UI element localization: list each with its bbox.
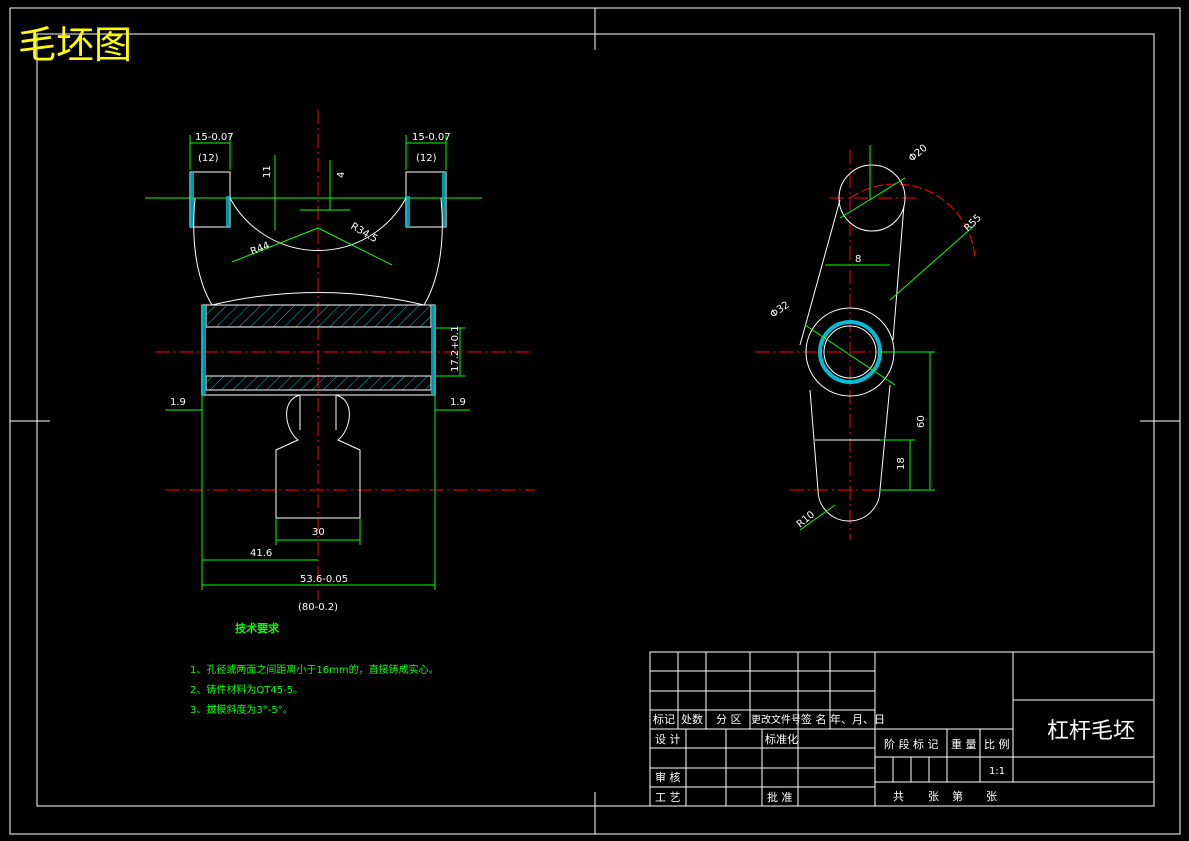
dim-phi32: Φ32 (768, 300, 791, 321)
tb-header-2: 分 区 (716, 713, 742, 726)
dim-r55: R55 (962, 212, 984, 234)
tb-ratio: 比 例 (984, 737, 1010, 751)
dim-r10: R10 (795, 509, 817, 530)
centering-marks (10, 8, 1180, 834)
dim-top-right-width: 15-0.07 (412, 132, 451, 143)
tb-review: 审 核 (655, 770, 681, 784)
dim-top-left-width: 15-0.07 (195, 132, 234, 143)
notes-heading: 技术要求 (235, 621, 280, 635)
tb-header-4: 签 名 (801, 712, 827, 726)
dim-right-1-9: 1.9 (450, 397, 466, 408)
tb-header-3: 更改文件号 (751, 713, 801, 726)
tb-part-name: 杠杆毛坯 (1047, 719, 1135, 744)
sheet-border (9, 7, 1181, 835)
dim-r44: R44 (249, 240, 271, 258)
tb-sheets: 张 (928, 790, 939, 803)
dim-53-6: 53.6-0.05 (300, 574, 348, 585)
dim-17-2: 17.2+0.1 (450, 325, 461, 372)
dim-18: 18 (896, 457, 907, 470)
tb-header-0: 标记 (653, 712, 675, 726)
dim-8: 8 (855, 254, 861, 265)
dim-80: (80-0.2) (298, 602, 338, 613)
dim-4: 4 (336, 172, 347, 178)
technical-notes: 技术要求 1、孔径或两面之间距离小于16mm的，直接铸成实心。 2、铸件材料为Q… (190, 621, 439, 716)
dim-top-right-paren: (12) (416, 153, 437, 164)
note-3: 3、拔模斜度为3°-5°。 (190, 703, 293, 716)
note-2: 2、铸件材料为QT45-5。 (190, 683, 303, 696)
dim-r34-5: R34.5 (349, 221, 380, 245)
tb-design: 设 计 (655, 733, 681, 746)
dim-60: 60 (916, 415, 927, 428)
front-view: 15-0.07 (12) 15-0.07 (12) 11 4 R34.5 R44… (145, 110, 535, 613)
tb-header-1: 处数 (681, 713, 703, 726)
dim-30: 30 (312, 527, 325, 538)
drawing-title: 毛坯图 (18, 23, 132, 67)
tb-standardization: 标准化 (765, 732, 798, 746)
side-view: Φ20 R55 8 Φ32 60 18 R10 (755, 143, 984, 540)
tb-stage-mark: 阶 段 标 记 (884, 737, 939, 751)
tb-total: 共 (893, 790, 904, 803)
dim-phi20: Φ20 (907, 143, 930, 165)
tb-sheet2: 张 (986, 790, 997, 803)
dim-11: 11 (262, 165, 273, 178)
tb-weight: 重 量 (951, 737, 977, 751)
tb-process: 工 艺 (655, 791, 681, 804)
tb-scale: 1:1 (989, 766, 1005, 777)
dim-top-left-paren: (12) (198, 153, 219, 164)
tb-header-5: 年、月、日 (830, 712, 885, 726)
tb-approve: 批 准 (767, 790, 793, 804)
dim-left-1-9: 1.9 (170, 397, 186, 408)
drawing-canvas: 毛坯图 15-0.07 (12) 15-0.07 (12) 11 4 R34.5… (9, 7, 1181, 835)
dim-41-6: 41.6 (250, 548, 272, 559)
note-1: 1、孔径或两面之间距离小于16mm的，直接铸成实心。 (190, 663, 439, 676)
tb-page: 第 (952, 789, 963, 803)
